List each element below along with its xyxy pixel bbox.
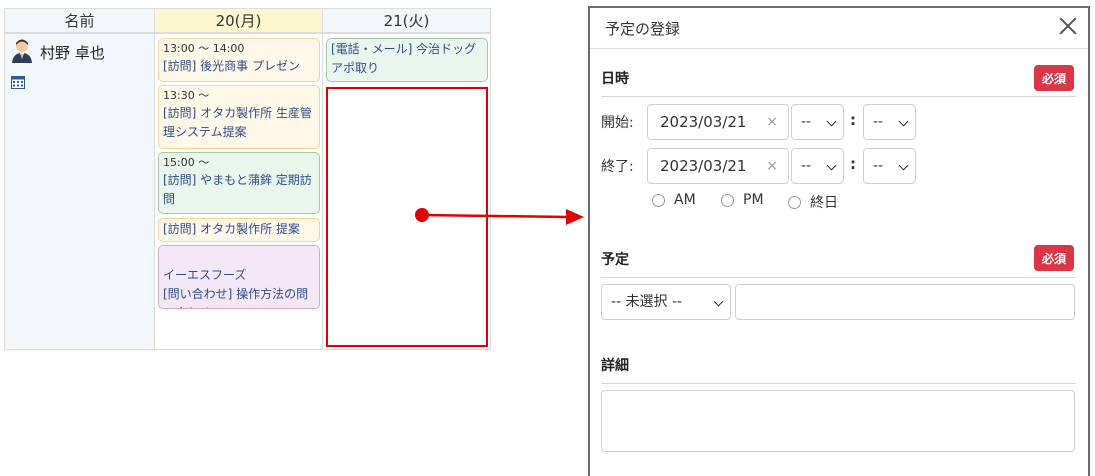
event-title: [訪問] 後光商事 プレゼン [163, 59, 300, 73]
radio-label: PM [743, 192, 764, 208]
title-divider [590, 48, 1088, 49]
end-minute-value: -- [873, 158, 884, 174]
end-hour-select[interactable]: -- [791, 148, 844, 184]
calendar-icon[interactable] [11, 75, 25, 89]
clear-start-date-icon[interactable]: × [766, 105, 778, 139]
event-otaka-production[interactable]: 13:30 ～ [訪問] オタカ製作所 生産管理システム提案 [158, 85, 320, 149]
chevron-down-icon [826, 116, 837, 127]
time-colon: : [850, 111, 856, 129]
datetime-heading: 日時 [601, 71, 629, 87]
radio-circle[interactable] [788, 195, 801, 209]
event-imabari-dog-call[interactable]: [電話・メール] 今治ドッグ アポ取り [326, 38, 488, 82]
radio-pm[interactable]: PM [721, 192, 764, 208]
divider [601, 277, 1076, 278]
event-es-foods-inquiry[interactable]: イーエスフーズ [問い合わせ] 操作方法の問い合わせ [158, 245, 320, 309]
header-day-20[interactable]: 20(月) [154, 8, 323, 33]
divider [601, 383, 1076, 384]
radio-am[interactable]: AM [652, 192, 696, 208]
event-title: [訪問] オタカ製作所 生産管理システム提案 [163, 106, 312, 139]
start-hour-value: -- [801, 114, 812, 130]
start-hour-select[interactable]: -- [791, 104, 844, 140]
start-date-input[interactable]: 2023/03/21 × [647, 104, 789, 140]
start-minute-select[interactable]: -- [863, 104, 916, 140]
dialog-title: 予定の登録 [605, 20, 681, 38]
name-column: 村野 卓也 [4, 33, 155, 350]
event-title: [訪問] オタカ製作所 提案 [163, 222, 300, 236]
event-time: 13:00 ～ 14:00 [163, 42, 245, 55]
end-minute-select[interactable]: -- [863, 148, 916, 184]
event-yamamoto-visit[interactable]: 15:00 ～ [訪問] やまもと蒲鉾 定期訪問 [158, 152, 320, 214]
event-title: [訪問] やまもと蒲鉾 定期訪問 [163, 173, 312, 206]
chevron-down-icon [713, 296, 724, 307]
close-icon[interactable] [1056, 14, 1080, 38]
schedule-type-value: -- 未選択 -- [611, 294, 683, 310]
event-koukou-presentation[interactable]: 13:00 ～ 14:00 [訪問] 後光商事 プレゼン [158, 38, 320, 82]
end-label: 終了: [601, 159, 634, 175]
avatar [12, 39, 32, 63]
end-date-input[interactable]: 2023/03/21 × [647, 148, 789, 184]
chevron-down-icon [826, 160, 837, 171]
start-label: 開始: [601, 115, 634, 131]
schedule-dialog: 予定の登録 日時 必須 開始: 2023/03/21 × -- : -- 終了:… [588, 6, 1090, 476]
radio-circle[interactable] [721, 193, 734, 207]
start-minute-value: -- [873, 114, 884, 130]
header-name: 名前 [4, 8, 155, 33]
event-time: 15:00 ～ [163, 156, 210, 169]
required-badge: 必須 [1034, 245, 1074, 271]
details-heading: 詳細 [601, 358, 629, 374]
radio-label: AM [674, 192, 696, 208]
end-date-value: 2023/03/21 [660, 157, 747, 175]
radio-circle[interactable] [652, 193, 665, 207]
divider [601, 96, 1076, 97]
schedule-heading: 予定 [601, 252, 629, 268]
chevron-down-icon [898, 160, 909, 171]
schedule-type-select[interactable]: -- 未選択 -- [601, 284, 731, 320]
schedule-title-input[interactable] [735, 284, 1075, 320]
start-date-value: 2023/03/21 [660, 113, 747, 131]
user-name[interactable]: 村野 卓也 [40, 42, 105, 63]
chevron-down-icon [898, 116, 909, 127]
event-time: 13:30 ～ [163, 89, 210, 102]
clear-end-date-icon[interactable]: × [766, 149, 778, 183]
radio-all-day[interactable]: 終日 [788, 192, 838, 212]
selected-slot-highlight[interactable] [326, 87, 488, 347]
header-day-21[interactable]: 21(火) [322, 8, 491, 33]
details-textarea[interactable] [601, 390, 1075, 452]
time-colon: : [850, 155, 856, 173]
event-otaka-proposal[interactable]: [訪問] オタカ製作所 提案 [158, 218, 320, 242]
event-title: [電話・メール] 今治ドッグ アポ取り [331, 42, 477, 75]
event-title: イーエスフーズ [問い合わせ] 操作方法の問い合わせ [163, 268, 309, 308]
day-20-column[interactable]: 13:00 ～ 14:00 [訪問] 後光商事 プレゼン 13:30 ～ [訪問… [154, 33, 323, 350]
required-badge: 必須 [1034, 65, 1074, 91]
end-hour-value: -- [801, 158, 812, 174]
radio-label: 終日 [810, 195, 838, 211]
